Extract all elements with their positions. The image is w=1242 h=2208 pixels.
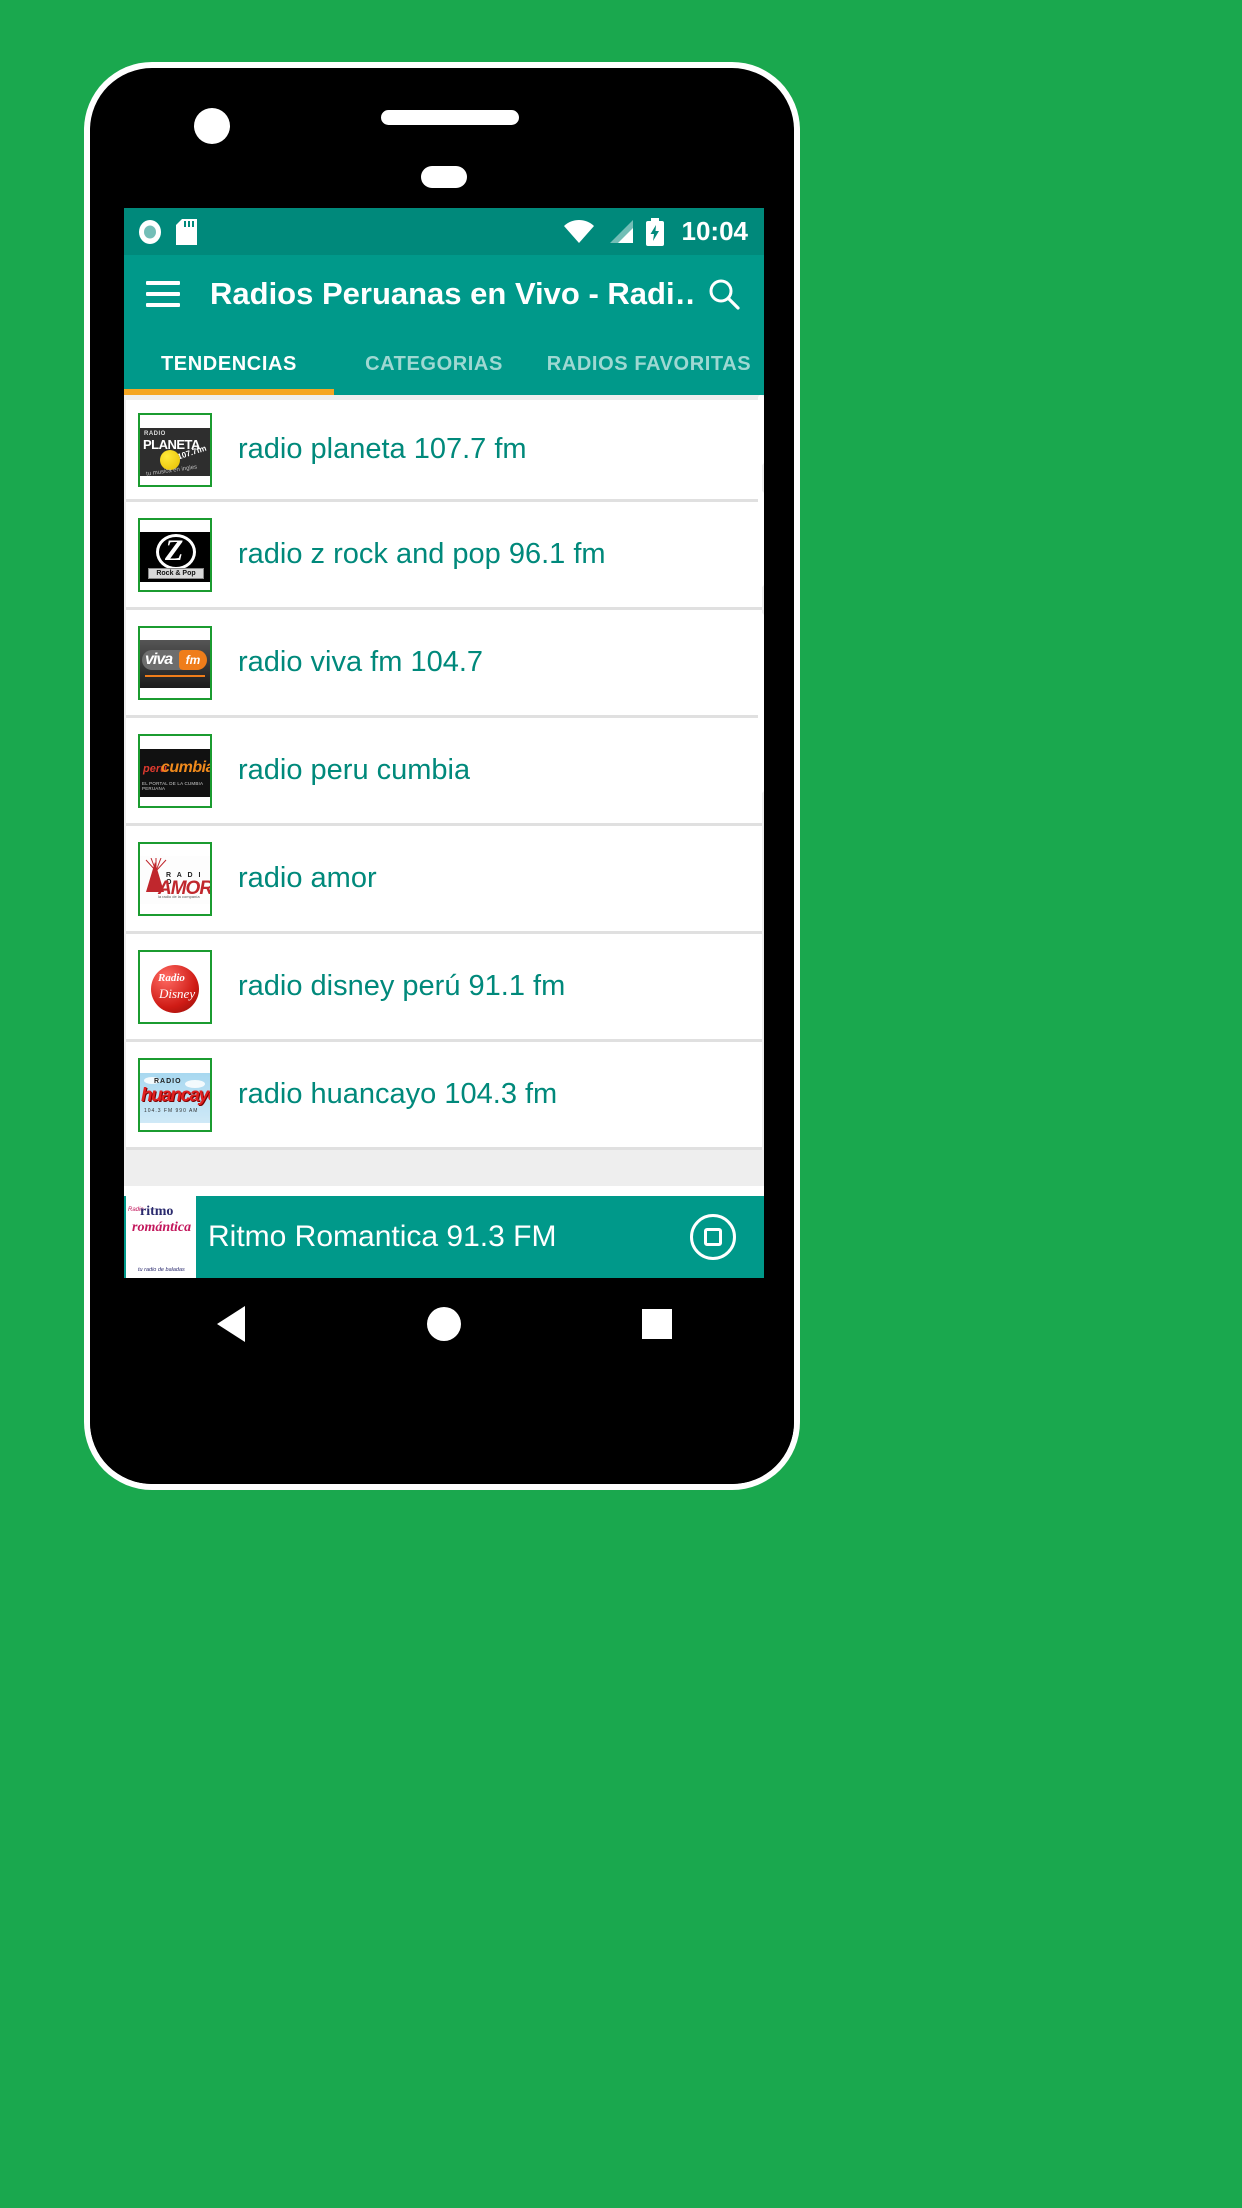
tab-bar: TENDENCIAS CATEGORIAS RADIOS FAVORITAS	[124, 333, 764, 395]
now-playing-title: Ritmo Romantica 91.3 FM	[208, 1220, 557, 1253]
radio-z-rock-and-pop-logo: Z Rock & Pop	[138, 517, 212, 592]
logo-tagline: EL PORTAL DE LA CUMBIA PERUANA	[142, 780, 203, 791]
ritmo-romantica-logo: Radio ritmo romántica tu radio de balada…	[126, 1196, 196, 1278]
station-name: radio viva fm 104.7	[238, 646, 484, 678]
hamburger-menu-icon[interactable]	[146, 281, 180, 307]
status-bar-left-icons	[138, 218, 197, 245]
phone-bottom-bezel	[90, 1358, 794, 1484]
list-item[interactable]: viva fm radio viva fm 104.7	[126, 610, 762, 718]
list-item[interactable]: Z Rock & Pop radio z rock and pop 96.1 f…	[126, 502, 762, 610]
status-bar: 10:04	[124, 208, 764, 255]
phone-frame: 10:04 Radios Peruanas en Vivo - Radi… TE…	[84, 62, 800, 1490]
tab-tendencias[interactable]: TENDENCIAS	[124, 333, 334, 395]
front-camera-icon	[194, 108, 230, 144]
tab-radios-favoritas[interactable]: RADIOS FAVORITAS	[534, 333, 764, 395]
logo-radio-word: RADIO	[154, 1077, 182, 1085]
back-triangle-icon	[216, 1306, 245, 1342]
station-name: radio amor	[238, 862, 377, 894]
record-icon	[139, 219, 161, 244]
battery-charging-icon	[645, 217, 664, 246]
logo-brand-first: ritmo	[140, 1204, 174, 1219]
radio-amor-logo: R A D I O AMOR la radio de la companía	[138, 841, 212, 916]
station-name: radio z rock and pop 96.1 fm	[238, 538, 606, 570]
app-bar: Radios Peruanas en Vivo - Radi…	[124, 255, 764, 333]
sd-card-icon	[176, 218, 197, 245]
list-item[interactable]: R A D I O AMOR la radio de la companía r…	[126, 826, 762, 934]
logo-brand: Disney	[159, 985, 196, 1001]
nav-recents-button[interactable]	[612, 1294, 702, 1354]
phone-body: 10:04 Radios Peruanas en Vivo - Radi… TE…	[90, 68, 794, 1484]
logo-underline-shape	[145, 674, 205, 677]
radio-huancayo-logo: RADIO huancayo 104.3 FM 990 AM	[138, 1057, 212, 1132]
list-item[interactable]: RADIO PLANETA 107.7fm tu musica en ingle…	[126, 400, 762, 502]
status-clock: 10:04	[681, 216, 749, 246]
logo-suffix: fm	[179, 649, 207, 670]
logo-letter: Z	[165, 533, 184, 567]
radio-planeta-logo: RADIO PLANETA 107.7fm tu musica en ingle…	[138, 412, 212, 487]
station-name: radio disney perú 91.1 fm	[238, 970, 566, 1002]
earpiece-speaker	[381, 110, 519, 125]
logo-tagline: 104.3 FM 990 AM	[144, 1107, 199, 1114]
status-bar-right-icons: 10:04	[563, 216, 749, 247]
logo-brand: huancayo	[141, 1084, 212, 1106]
station-list: RADIO PLANETA 107.7fm tu musica en ingle…	[126, 395, 762, 1150]
home-circle-icon	[426, 1307, 461, 1341]
now-playing-bar[interactable]: Radio ritmo romántica tu radio de balada…	[124, 1196, 764, 1278]
logo-tagline: Rock & Pop	[148, 567, 204, 579]
android-nav-bar	[124, 1278, 764, 1370]
nav-back-button[interactable]	[186, 1294, 276, 1354]
radio-viva-fm-logo: viva fm	[138, 625, 212, 700]
station-list-wrapper: RADIO PLANETA 107.7fm tu musica en ingle…	[124, 395, 764, 1186]
radio-disney-logo: Radio Disney	[138, 949, 212, 1024]
list-item[interactable]: Radio Disney radio disney perú 91.1 fm	[126, 934, 762, 1042]
cell-signal-icon	[609, 219, 633, 243]
tab-categorias[interactable]: CATEGORIAS	[334, 333, 534, 395]
stop-button-icon[interactable]	[690, 1214, 736, 1260]
proximity-sensor	[421, 166, 467, 188]
logo-brand-second: cumbia	[161, 758, 212, 776]
search-icon[interactable]	[706, 276, 742, 312]
station-name: radio peru cumbia	[238, 754, 471, 786]
phone-screen: 10:04 Radios Peruanas en Vivo - Radi… TE…	[124, 208, 764, 1278]
logo-brand: viva	[145, 650, 173, 668]
station-name: radio huancayo 104.3 fm	[238, 1078, 558, 1110]
logo-brand-second: romántica	[132, 1220, 192, 1235]
nav-home-button[interactable]	[399, 1294, 489, 1354]
logo-tagline: tu radio de baladas	[138, 1267, 185, 1273]
page-title: Radios Peruanas en Vivo - Radi…	[210, 276, 696, 311]
list-item[interactable]: peru cumbia EL PORTAL DE LA CUMBIA PERUA…	[126, 718, 762, 826]
radio-peru-cumbia-logo: peru cumbia EL PORTAL DE LA CUMBIA PERUA…	[138, 733, 212, 808]
wifi-icon	[563, 219, 594, 243]
station-name: radio planeta 107.7 fm	[238, 433, 527, 465]
scrollbar[interactable]	[758, 395, 764, 1186]
list-item[interactable]: RADIO huancayo 104.3 FM 990 AM radio hua…	[126, 1042, 762, 1150]
logo-tagline: la radio de la companía	[158, 893, 200, 899]
logo-radio-word: Radio	[158, 971, 185, 984]
recents-square-icon	[642, 1309, 673, 1339]
